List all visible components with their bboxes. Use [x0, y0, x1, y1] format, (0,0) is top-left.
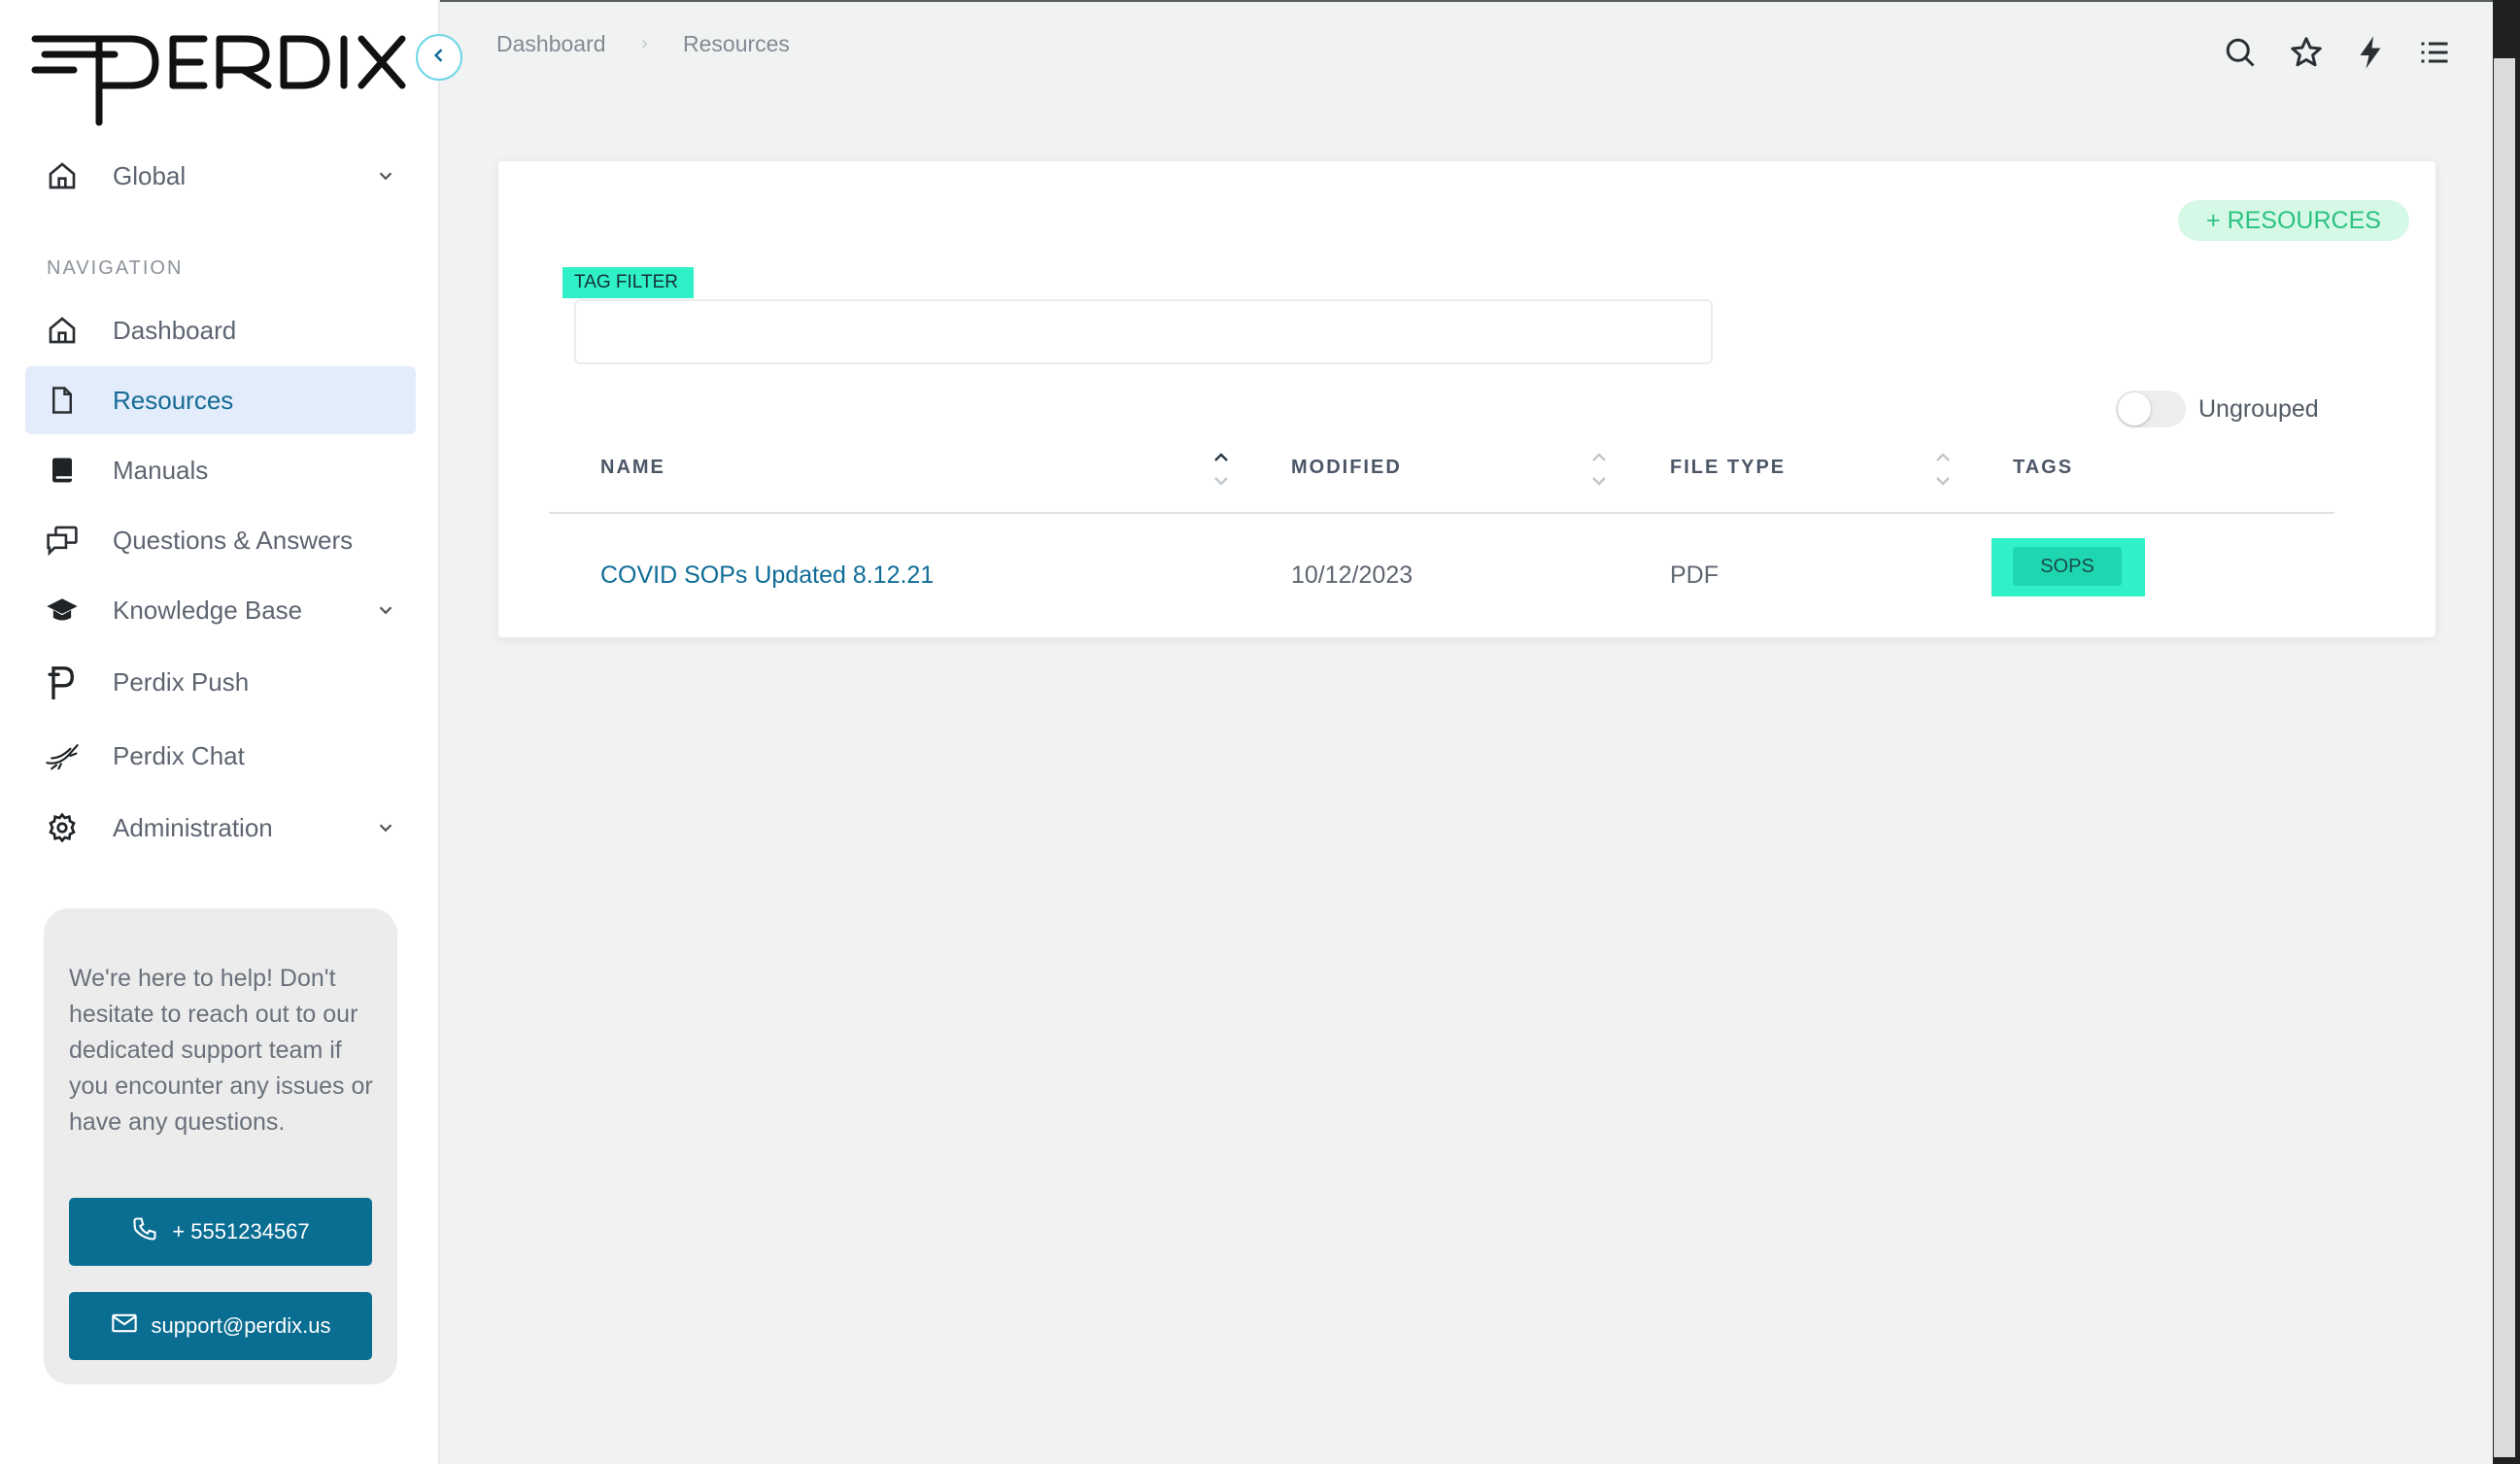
breadcrumb-dashboard[interactable]: Dashboard [496, 31, 606, 57]
breadcrumb-separator: › [641, 33, 648, 54]
workspace-selector[interactable]: Global [25, 142, 416, 210]
lightning-icon[interactable] [2353, 35, 2388, 70]
sidebar-item-label: Questions & Answers [113, 525, 354, 555]
sidebar: Global NAVIGATION Dashboard Resources Ma… [0, 0, 440, 1464]
sidebar-item-perdix-chat[interactable]: Perdix Chat [25, 722, 416, 790]
add-resources-button[interactable]: + RESOURCES [2178, 200, 2409, 241]
file-icon [45, 383, 80, 418]
support-text: We're here to help! Don't hesitate to re… [69, 965, 373, 1136]
home-icon [45, 313, 80, 348]
chevron-down-icon [375, 817, 396, 838]
nav-section-title: NAVIGATION [47, 257, 184, 279]
sidebar-item-label: Dashboard [113, 315, 237, 345]
chat-bubbles-icon [45, 523, 80, 558]
sidebar-item-manuals[interactable]: Manuals [25, 436, 416, 504]
sidebar-item-label: Perdix Push [113, 666, 250, 697]
sort-modified-icon[interactable] [1588, 445, 1610, 494]
sidebar-item-administration[interactable]: Administration [25, 794, 416, 862]
resource-modified: 10/12/2023 [1291, 562, 1413, 589]
book-icon [45, 453, 80, 488]
graduation-cap-icon [45, 593, 80, 628]
chevron-down-icon [375, 165, 396, 187]
sort-name-icon[interactable] [1210, 445, 1232, 494]
search-icon[interactable] [2223, 35, 2258, 70]
chevron-left-icon [429, 46, 449, 70]
email-support-button[interactable]: support@perdix.us [69, 1292, 372, 1360]
sidebar-item-knowledge-base[interactable]: Knowledge Base [25, 576, 416, 644]
tag-chip[interactable]: SOPS [2013, 547, 2122, 586]
sidebar-item-perdix-push[interactable]: Perdix Push [25, 648, 416, 716]
column-header-tags: TAGS [2013, 457, 2074, 478]
sidebar-item-dashboard[interactable]: Dashboard [25, 296, 416, 364]
sidebar-item-label: Perdix Chat [113, 740, 245, 770]
perdix-p-icon [45, 664, 80, 699]
support-phone: + 5551234567 [172, 1219, 310, 1243]
sort-file-type-icon[interactable] [1932, 445, 1954, 494]
ungrouped-label: Ungrouped [2198, 395, 2319, 423]
sidebar-item-label: Manuals [113, 455, 209, 485]
toggle-knob [2118, 392, 2151, 426]
breadcrumb-current: Resources [683, 31, 790, 56]
bird-icon [45, 738, 80, 773]
sidebar-item-label: Administration [113, 812, 273, 842]
table-header-divider [549, 512, 2334, 514]
scrollbar[interactable] [2494, 58, 2515, 1457]
support-card: We're here to help! Don't hesitate to re… [44, 908, 397, 1384]
workspace-label: Global [113, 160, 187, 190]
column-header-name[interactable]: NAME [600, 457, 665, 479]
ungrouped-toggle[interactable] [2116, 391, 2186, 427]
support-email: support@perdix.us [151, 1313, 331, 1338]
star-icon[interactable] [2289, 35, 2324, 70]
column-header-modified[interactable]: MODIFIED [1291, 457, 1402, 479]
chevron-down-icon [375, 599, 396, 621]
resource-name-link[interactable]: COVID SOPs Updated 8.12.21 [600, 562, 934, 590]
collapse-sidebar-button[interactable] [416, 34, 462, 81]
tag-filter-input[interactable] [574, 299, 1713, 364]
column-header-file-type[interactable]: FILE TYPE [1670, 457, 1786, 479]
phone-icon [131, 1215, 158, 1248]
gear-icon [45, 810, 80, 845]
sidebar-item-questions-answers[interactable]: Questions & Answers [25, 506, 416, 574]
resources-card: + RESOURCES TAG FILTER Ungrouped NAME MO… [498, 161, 2435, 637]
resource-tags-cell: SOPS [1992, 538, 2145, 596]
call-support-button[interactable]: + 5551234567 [69, 1198, 372, 1266]
perdix-logo[interactable] [31, 29, 410, 130]
resource-file-type: PDF [1670, 562, 1719, 589]
mail-icon [111, 1311, 138, 1341]
sidebar-item-label: Resources [113, 385, 234, 415]
home-icon [45, 158, 80, 193]
tag-filter-label: TAG FILTER [562, 267, 694, 298]
sidebar-item-resources[interactable]: Resources [25, 366, 416, 434]
list-icon[interactable] [2417, 35, 2452, 70]
sidebar-item-label: Knowledge Base [113, 595, 303, 625]
